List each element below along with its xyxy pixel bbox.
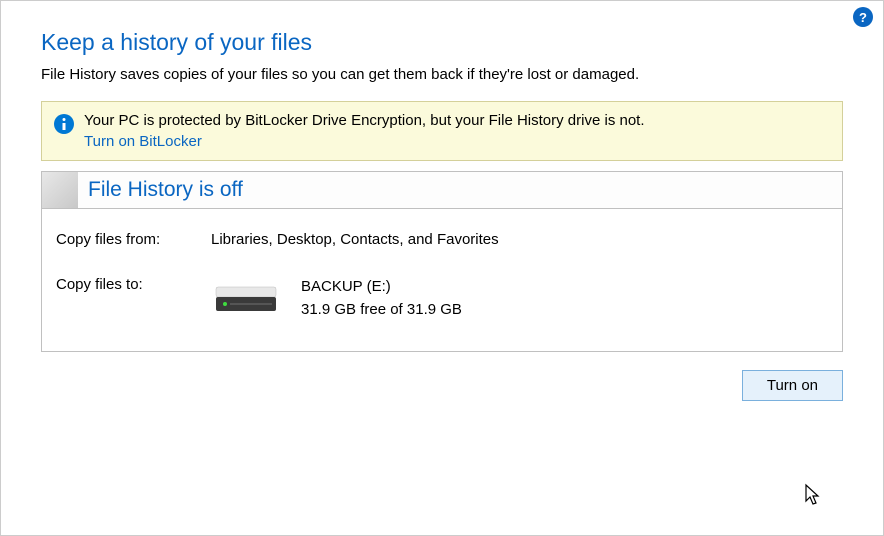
alert-content: Your PC is protected by BitLocker Drive … (84, 112, 645, 150)
drive-info: BACKUP (E:) 31.9 GB free of 31.9 GB (301, 276, 462, 321)
status-header: File History is off (42, 172, 842, 209)
drive-space: 31.9 GB free of 31.9 GB (301, 299, 462, 322)
status-title: File History is off (78, 178, 243, 202)
page-description: File History saves copies of your files … (41, 66, 843, 83)
copy-to-label: Copy files to: (56, 276, 211, 293)
drive-icon (211, 279, 281, 319)
cursor-icon (803, 483, 823, 507)
copy-to-value: BACKUP (E:) 31.9 GB free of 31.9 GB (211, 276, 828, 321)
footer-actions: Turn on (41, 370, 843, 401)
turn-on-bitlocker-link[interactable]: Turn on BitLocker (84, 133, 202, 150)
copy-from-value: Libraries, Desktop, Contacts, and Favori… (211, 231, 828, 248)
status-body: Copy files from: Libraries, Desktop, Con… (42, 209, 842, 351)
alert-text: Your PC is protected by BitLocker Drive … (84, 112, 645, 129)
status-header-icon (42, 172, 78, 208)
info-icon (54, 114, 74, 134)
copy-to-row: Copy files to: BACKUP (E:) 31.9 GB free … (56, 276, 828, 321)
drive-name: BACKUP (E:) (301, 276, 462, 299)
copy-from-label: Copy files from: (56, 231, 211, 248)
page-title: Keep a history of your files (41, 29, 843, 56)
status-panel: File History is off Copy files from: Lib… (41, 171, 843, 352)
content-area: Keep a history of your files File Histor… (1, 1, 883, 421)
turn-on-button[interactable]: Turn on (742, 370, 843, 401)
copy-from-row: Copy files from: Libraries, Desktop, Con… (56, 231, 828, 248)
bitlocker-alert: Your PC is protected by BitLocker Drive … (41, 101, 843, 161)
help-icon[interactable]: ? (853, 7, 873, 27)
